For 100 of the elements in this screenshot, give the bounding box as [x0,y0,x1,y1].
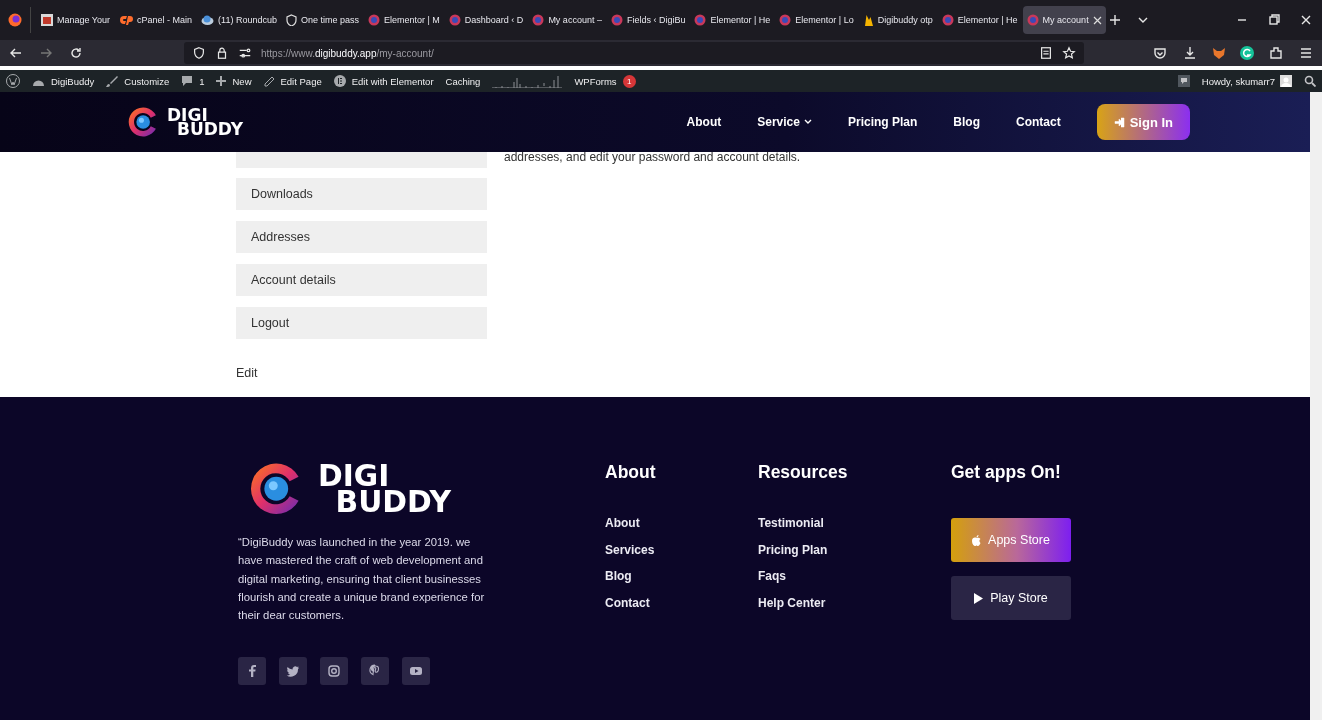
account-menu-item[interactable]: Addresses [236,221,487,253]
elementor-icon [779,14,792,26]
app-store-button[interactable]: Apps Store [951,518,1071,562]
shield-icon [285,14,297,26]
browser-tab[interactable]: My account – [528,6,606,34]
browser-tab[interactable]: Elementor | M [364,6,444,34]
menu-item[interactable]: New [232,75,252,87]
elementor-icon [694,14,707,26]
cloud-icon [201,14,215,26]
elementor-icon [532,14,545,26]
extensions-icon[interactable] [1268,45,1284,61]
menu-item[interactable]: DigiBuddy [51,75,95,87]
footer-link[interactable]: Services [605,542,758,557]
app-store-button[interactable]: Play Store [951,576,1071,620]
footer-link[interactable]: Blog [605,569,758,583]
comment-icon [181,75,194,87]
elementor-icon [1026,14,1039,26]
pencil-icon [263,75,275,87]
elementor-icon [610,14,623,26]
browser-tab[interactable]: Fields ‹ DigiBu [606,6,690,34]
elementor-icon [333,75,346,87]
menu-icon[interactable] [1298,45,1314,61]
comment-icon[interactable] [1177,75,1190,87]
footer-link[interactable]: Pricing Plan [758,542,951,557]
sign-in-icon [1113,116,1125,128]
account-menu-item[interactable]: Downloads [236,178,487,210]
plus-icon [216,76,227,86]
footer-link[interactable]: Contact [605,595,758,610]
menu-item[interactable]: Edit Page [280,75,322,87]
brush-icon [106,75,119,87]
browser-tab[interactable]: Manage Your [37,6,115,34]
wordpress-logo-icon[interactable] [6,74,20,88]
menu-item[interactable]: Edit with Elementor [351,75,434,87]
logo-text: DIGI [167,107,208,122]
download-icon[interactable] [1182,45,1198,61]
sign-in-button[interactable]: Sign In [1096,104,1190,140]
account-menu-item[interactable]: Logout [236,307,487,339]
twitter-icon[interactable] [279,657,307,686]
browser-tab[interactable]: Dashboard ‹ D [444,6,528,34]
restore-icon[interactable] [1266,12,1282,28]
play-icon [974,592,984,604]
footer-description: “DigiBuddy was launched in the year 2019. we have mastered the craft of web development and digital marketing, ensuring that client businesses flourish and create a unique brand experience for their dear customers. [238,535,486,624]
menu-item[interactable]: Caching [445,75,481,87]
nav-link[interactable]: Blog [953,115,980,129]
elementor-icon [368,14,380,26]
user-greeting[interactable]: Howdy, skumarr7 [1201,75,1275,87]
browser-tab[interactable]: Elementor | He [937,6,1022,34]
browser-tab[interactable]: Elementor | Lo [775,6,858,34]
close-icon[interactable] [1092,15,1102,25]
footer-link[interactable]: About [605,516,758,530]
logo-text: BUDDY [177,122,244,137]
pocket-icon[interactable] [1152,45,1168,61]
footer-heading: About [605,462,657,483]
scrollbar[interactable] [1310,92,1322,720]
intro-text: addresses, and edit your password and account details. [504,150,801,166]
url-text: https://www.digibuddy.app/my-account/ [261,47,434,59]
sparkline-drawing [492,74,563,88]
instagram-icon[interactable] [320,657,348,686]
nav-link[interactable]: Pricing Plan [847,115,918,129]
cpanel-icon [119,14,134,26]
notification-badge: 1 [622,74,636,88]
reader-view-icon[interactable] [1039,45,1053,61]
bookmark-star-icon[interactable] [1062,45,1076,61]
footer-heading: Resources [758,462,849,483]
browser-tab[interactable]: (11) Roundcub [197,6,281,34]
browser-tab[interactable]: My account [1022,6,1106,34]
footer-link[interactable]: Faqs [758,569,951,583]
grammar-extension-icon[interactable] [1240,46,1254,60]
menu-item[interactable]: Customize [124,75,170,87]
search-icon[interactable] [1304,75,1316,87]
apple-icon [972,534,982,546]
nav-link[interactable]: About [686,115,722,129]
browser-tab[interactable]: Elementor | He [690,6,775,34]
flame-icon [862,13,874,27]
address-field[interactable]: https://www.digibuddy.app/my-account/ [184,42,1084,64]
browser-tab[interactable]: One time pass [281,6,363,34]
pinterest-icon[interactable] [361,657,389,686]
nav-link[interactable]: Contact [1016,115,1061,129]
browser-tab[interactable]: cPanel - Main [115,6,197,34]
footer-link[interactable]: Testimonial [758,516,951,530]
logo-text: DIGI [318,463,390,489]
menu-item[interactable]: 1 [199,75,205,87]
elementor-icon [448,14,461,26]
nav-link[interactable]: Service [757,115,812,129]
video-play-icon[interactable] [402,657,430,686]
edit-link[interactable]: Edit [236,366,1310,380]
shield-icon[interactable] [192,45,206,61]
browser-tab[interactable]: Digibuddy otp [858,6,937,34]
firefox-icon[interactable] [8,13,22,27]
facebook-icon[interactable] [238,657,266,686]
page-icon [41,14,53,26]
menu-item[interactable]: WPForms [574,75,617,87]
account-menu-item[interactable]: Account details [236,264,487,296]
reload-icon[interactable] [68,45,84,61]
logo-text: BUDDY [335,488,452,515]
footer-link[interactable]: Help Center [758,595,951,610]
elementor-icon [941,14,954,26]
footer-heading: Get apps On! [951,462,1062,483]
lock-icon[interactable] [215,45,229,61]
fox-extension-icon[interactable] [1212,46,1226,60]
